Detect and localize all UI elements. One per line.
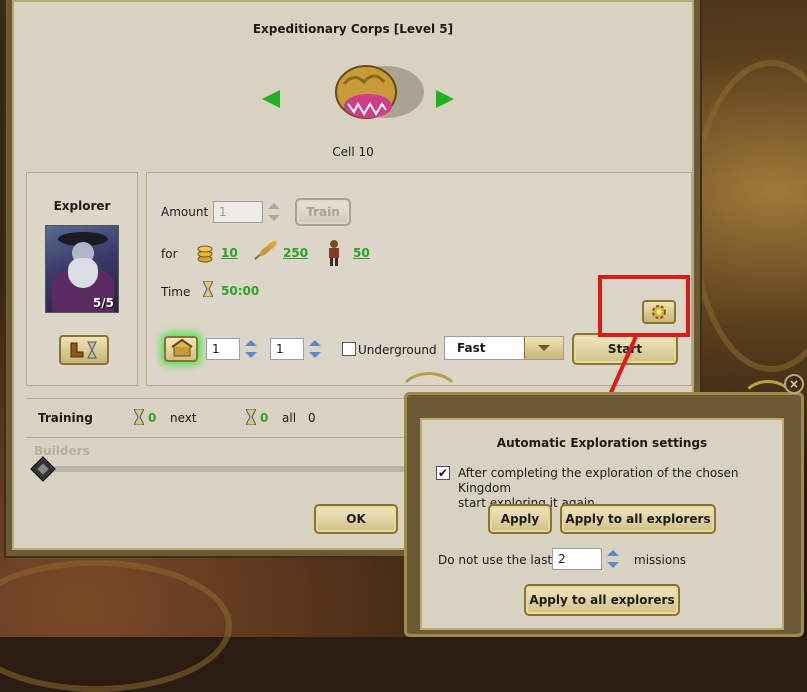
cost-wheat[interactable]: 250: [283, 246, 308, 260]
explorer-portrait: 5/5: [45, 225, 119, 313]
missions-stepper[interactable]: [603, 548, 623, 570]
boots-hourglass-icon: [70, 341, 97, 359]
hourglass-icon: [246, 409, 256, 425]
popup-title: Automatic Exploration settings: [496, 436, 708, 450]
expedition-count-input[interactable]: 1: [206, 338, 257, 360]
expedition-count-stepper[interactable]: [241, 338, 261, 360]
repeat-text-line1: After completing the exploration of the …: [458, 466, 739, 495]
underground-checkbox[interactable]: [342, 342, 356, 356]
home-button[interactable]: [164, 336, 198, 362]
training-label: Training: [38, 411, 93, 425]
explorer-count: 5/5: [92, 296, 114, 310]
explorer-panel: Explorer 5/5: [26, 172, 138, 386]
time-label: Time: [161, 285, 191, 299]
amount-stepper[interactable]: [264, 201, 284, 223]
missions-input[interactable]: 2: [552, 548, 619, 570]
dialog-title: Expeditionary Corps [Level 5]: [252, 22, 454, 36]
all-value: 0: [308, 411, 316, 425]
unit-brain-icon: [335, 65, 424, 119]
close-icon[interactable]: ×: [784, 374, 804, 394]
kingdom-stepper[interactable]: [305, 338, 325, 360]
repeat-exploration-checkbox[interactable]: ✔: [436, 466, 450, 480]
kingdom-value: 1: [276, 342, 284, 356]
home-icon: [171, 338, 193, 357]
gold-coins-icon: [197, 245, 213, 263]
boots-hourglass-button[interactable]: [59, 335, 109, 365]
apply-to-all-button[interactable]: Apply to all explorers: [560, 504, 716, 534]
highlight-box: [598, 275, 690, 337]
expedition-count-value: 1: [212, 342, 220, 356]
hourglass-icon: [203, 281, 213, 297]
cost-gold[interactable]: 10: [221, 246, 238, 260]
for-label: for: [161, 247, 178, 261]
kingdom-input[interactable]: 1: [270, 338, 321, 360]
apply-button[interactable]: Apply: [488, 504, 552, 534]
hourglass-icon: [134, 409, 144, 425]
training-count: 0: [148, 411, 157, 425]
time-value: 50:00: [221, 284, 260, 298]
underground-label: Underground: [358, 343, 437, 357]
auto-exploration-popup: Automatic Exploration settings ✔ After c…: [420, 418, 784, 630]
explorer-title: Explorer: [53, 199, 111, 213]
speed-selected: Fast: [457, 341, 486, 355]
do-not-use-label: Do not use the last: [438, 553, 553, 567]
builders-slider-track[interactable]: [38, 466, 428, 472]
iron-figure-icon: [329, 240, 339, 266]
amount-input[interactable]: 1: [213, 201, 280, 223]
amount-value: 1: [219, 205, 227, 219]
arrow-right-icon[interactable]: [436, 90, 454, 108]
wheat-icon: [254, 240, 277, 260]
ok-button[interactable]: OK: [314, 504, 398, 534]
missions-value: 2: [558, 552, 566, 566]
training-all-count: 0: [260, 411, 269, 425]
apply-to-all-button-2[interactable]: Apply to all explorers: [524, 584, 680, 616]
chevron-down-icon[interactable]: [524, 337, 563, 359]
cell-label: Cell 10: [332, 145, 374, 159]
next-label: next: [170, 411, 197, 425]
cost-iron[interactable]: 50: [353, 246, 370, 260]
arrow-left-icon[interactable]: [262, 90, 280, 108]
train-button[interactable]: Train: [295, 198, 351, 226]
missions-label: missions: [634, 553, 687, 567]
all-label: all: [282, 411, 297, 425]
builders-slider-handle[interactable]: [30, 456, 56, 482]
speed-select[interactable]: Fast: [444, 336, 564, 360]
amount-label: Amount: [161, 205, 209, 219]
